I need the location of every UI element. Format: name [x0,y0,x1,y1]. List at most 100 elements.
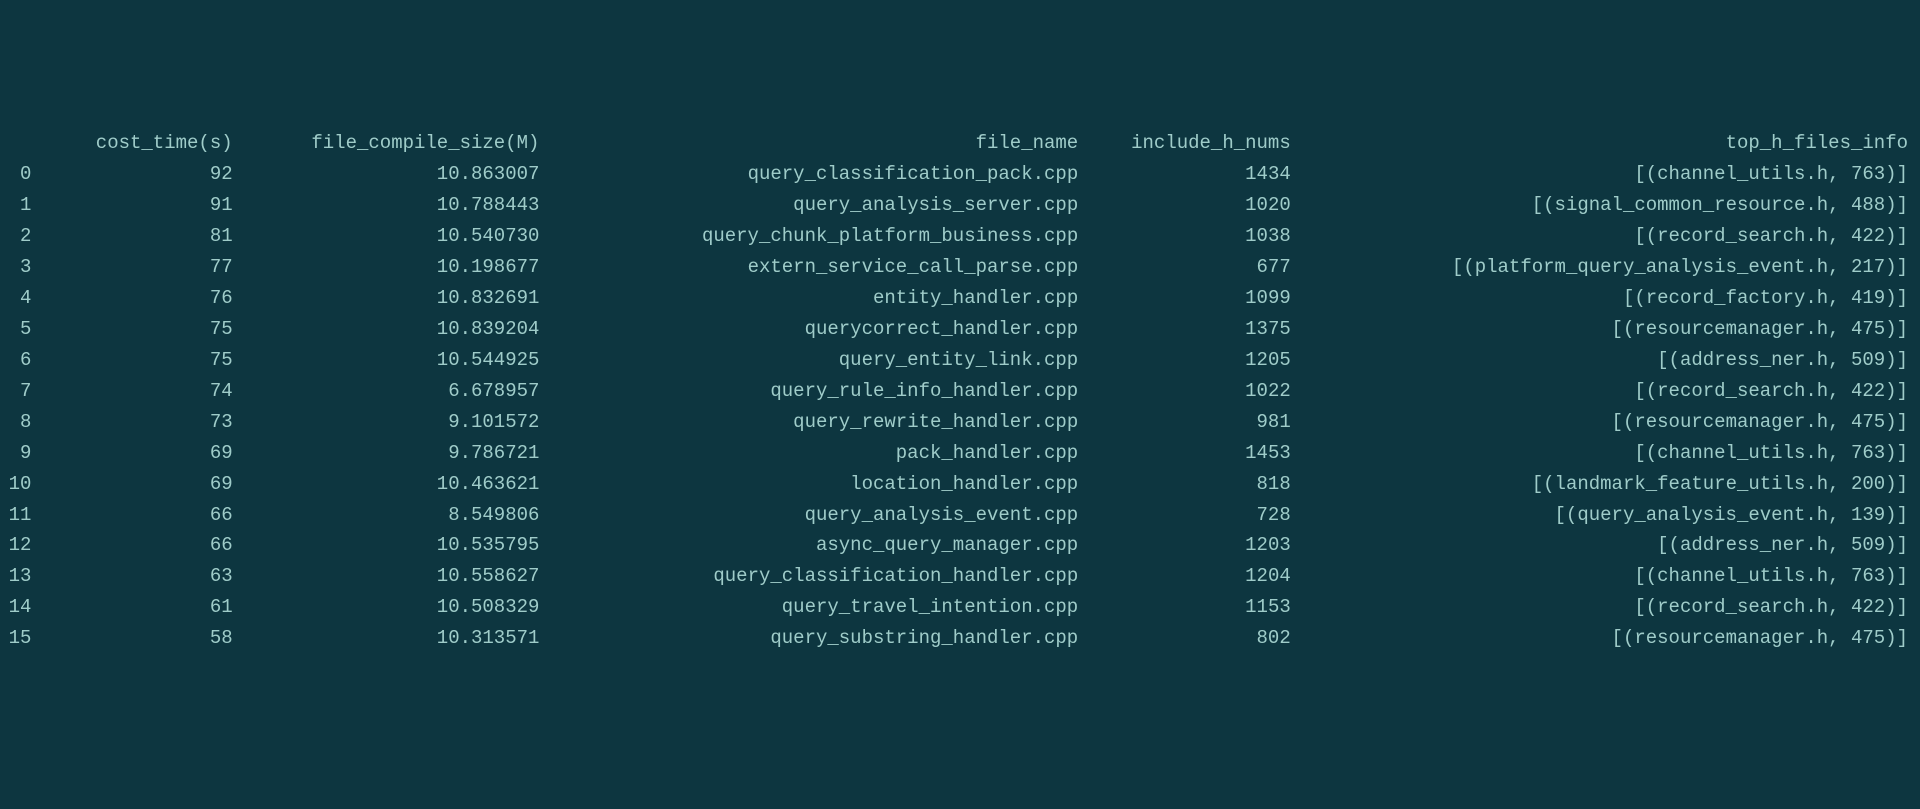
cell-cost-time: 69 [31,469,240,500]
cell-index: 4 [0,283,31,314]
cell-cost-time: 81 [31,221,240,252]
cell-top-h-files-info: [(record_search.h, 422)] [1299,376,1920,407]
cell-cost-time: 76 [31,283,240,314]
table-row: 47610.832691entity_handler.cpp1099[(reco… [0,283,1920,314]
cell-index: 13 [0,561,31,592]
header-cost-time: cost_time(s) [31,128,240,159]
cell-index: 10 [0,469,31,500]
cell-cost-time: 66 [31,500,240,531]
cell-file-compile-size: 10.544925 [241,345,548,376]
cell-index: 1 [0,190,31,221]
cell-file-name: entity_handler.cpp [547,283,1086,314]
cell-file-compile-size: 9.786721 [241,438,548,469]
cell-cost-time: 69 [31,438,240,469]
header-top-h-files-info: top_h_files_info [1299,128,1920,159]
cell-file-compile-size: 6.678957 [241,376,548,407]
table-row: 126610.535795async_query_manager.cpp1203… [0,530,1920,561]
cell-index: 3 [0,252,31,283]
cell-index: 15 [0,623,31,654]
cell-file-compile-size: 10.839204 [241,314,548,345]
cell-include-h-nums: 802 [1086,623,1299,654]
cell-include-h-nums: 1203 [1086,530,1299,561]
cell-file-compile-size: 9.101572 [241,407,548,438]
cell-cost-time: 61 [31,592,240,623]
cell-file-name: query_classification_handler.cpp [547,561,1086,592]
cell-top-h-files-info: [(address_ner.h, 509)] [1299,345,1920,376]
cell-index: 5 [0,314,31,345]
cell-include-h-nums: 677 [1086,252,1299,283]
cell-file-name: query_entity_link.cpp [547,345,1086,376]
cell-file-name: query_chunk_platform_business.cpp [547,221,1086,252]
cell-file-name: query_substring_handler.cpp [547,623,1086,654]
cell-top-h-files-info: [(channel_utils.h, 763)] [1299,438,1920,469]
cell-cost-time: 74 [31,376,240,407]
cell-cost-time: 92 [31,159,240,190]
table-header-row: cost_time(s) file_compile_size(M) file_n… [0,128,1920,159]
cell-include-h-nums: 1022 [1086,376,1299,407]
cell-file-name: query_rule_info_handler.cpp [547,376,1086,407]
table-row: 11668.549806query_analysis_event.cpp728[… [0,500,1920,531]
cell-top-h-files-info: [(resourcemanager.h, 475)] [1299,623,1920,654]
cell-index: 12 [0,530,31,561]
cell-include-h-nums: 1205 [1086,345,1299,376]
cell-top-h-files-info: [(signal_common_resource.h, 488)] [1299,190,1920,221]
table-row: 146110.508329query_travel_intention.cpp1… [0,592,1920,623]
data-table: cost_time(s) file_compile_size(M) file_n… [0,128,1920,654]
cell-file-compile-size: 10.558627 [241,561,548,592]
cell-cost-time: 73 [31,407,240,438]
table-row: 19110.788443query_analysis_server.cpp102… [0,190,1920,221]
cell-cost-time: 75 [31,345,240,376]
cell-cost-time: 63 [31,561,240,592]
cell-cost-time: 58 [31,623,240,654]
table-row: 09210.863007query_classification_pack.cp… [0,159,1920,190]
table-row: 57510.839204querycorrect_handler.cpp1375… [0,314,1920,345]
header-include-h-nums: include_h_nums [1086,128,1299,159]
cell-include-h-nums: 981 [1086,407,1299,438]
cell-top-h-files-info: [(record_search.h, 422)] [1299,221,1920,252]
cell-file-compile-size: 10.313571 [241,623,548,654]
cell-include-h-nums: 1099 [1086,283,1299,314]
cell-include-h-nums: 1453 [1086,438,1299,469]
cell-top-h-files-info: [(resourcemanager.h, 475)] [1299,314,1920,345]
table-row: 155810.313571query_substring_handler.cpp… [0,623,1920,654]
table-row: 9699.786721pack_handler.cpp1453[(channel… [0,438,1920,469]
cell-include-h-nums: 1153 [1086,592,1299,623]
cell-file-compile-size: 10.540730 [241,221,548,252]
cell-file-name: extern_service_call_parse.cpp [547,252,1086,283]
cell-file-name: query_classification_pack.cpp [547,159,1086,190]
cell-index: 7 [0,376,31,407]
cell-file-compile-size: 10.832691 [241,283,548,314]
cell-include-h-nums: 1204 [1086,561,1299,592]
cell-top-h-files-info: [(resourcemanager.h, 475)] [1299,407,1920,438]
cell-index: 6 [0,345,31,376]
cell-file-compile-size: 10.463621 [241,469,548,500]
cell-index: 14 [0,592,31,623]
cell-file-compile-size: 10.863007 [241,159,548,190]
cell-file-name: query_analysis_event.cpp [547,500,1086,531]
cell-file-compile-size: 10.198677 [241,252,548,283]
cell-file-name: query_analysis_server.cpp [547,190,1086,221]
cell-top-h-files-info: [(record_factory.h, 419)] [1299,283,1920,314]
table-row: 37710.198677extern_service_call_parse.cp… [0,252,1920,283]
header-file-name: file_name [547,128,1086,159]
table-row: 136310.558627query_classification_handle… [0,561,1920,592]
cell-file-name: async_query_manager.cpp [547,530,1086,561]
cell-file-name: pack_handler.cpp [547,438,1086,469]
cell-file-name: querycorrect_handler.cpp [547,314,1086,345]
cell-file-compile-size: 10.508329 [241,592,548,623]
cell-file-compile-size: 10.788443 [241,190,548,221]
cell-index: 9 [0,438,31,469]
table-row: 67510.544925query_entity_link.cpp1205[(a… [0,345,1920,376]
cell-cost-time: 75 [31,314,240,345]
table-row: 106910.463621location_handler.cpp818[(la… [0,469,1920,500]
cell-include-h-nums: 1375 [1086,314,1299,345]
cell-top-h-files-info: [(channel_utils.h, 763)] [1299,561,1920,592]
cell-file-name: query_travel_intention.cpp [547,592,1086,623]
cell-file-name: location_handler.cpp [547,469,1086,500]
cell-cost-time: 77 [31,252,240,283]
cell-index: 0 [0,159,31,190]
table-row: 7746.678957query_rule_info_handler.cpp10… [0,376,1920,407]
cell-file-compile-size: 10.535795 [241,530,548,561]
cell-include-h-nums: 1020 [1086,190,1299,221]
header-index [0,128,31,159]
